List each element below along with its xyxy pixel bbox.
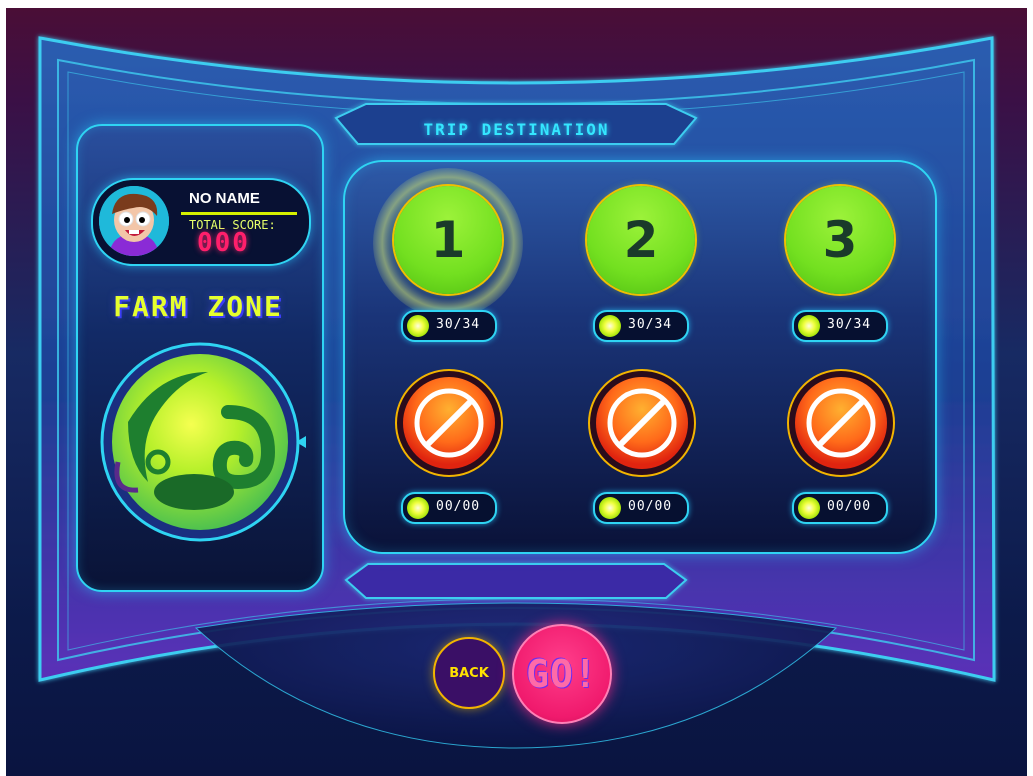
level-number: 1 bbox=[430, 211, 466, 269]
level-progress-text: 00/00 bbox=[628, 499, 673, 514]
level-number: 2 bbox=[623, 211, 659, 269]
level-progress-text: 00/00 bbox=[827, 499, 872, 514]
player-avatar bbox=[99, 186, 169, 256]
go-button[interactable]: GO! bbox=[512, 624, 612, 724]
level-progress-badge: 30/34 bbox=[401, 310, 497, 342]
zone-name: FARM ZONE bbox=[113, 290, 283, 323]
coin-icon bbox=[798, 315, 820, 337]
level-progress-text: 30/34 bbox=[628, 317, 673, 332]
coin-icon bbox=[407, 497, 429, 519]
level-progress-badge: 00/00 bbox=[792, 492, 888, 524]
level-button-1[interactable]: 1 bbox=[394, 186, 502, 294]
level-progress-text: 30/34 bbox=[436, 317, 481, 332]
go-button-label: GO! bbox=[526, 652, 598, 696]
level-progress-badge: 00/00 bbox=[593, 492, 689, 524]
level-button-3[interactable]: 3 bbox=[786, 186, 894, 294]
divider bbox=[181, 212, 297, 215]
level-progress-badge: 00/00 bbox=[401, 492, 497, 524]
level-progress-text: 30/34 bbox=[827, 317, 872, 332]
coin-icon bbox=[407, 315, 429, 337]
level-progress-badge: 30/34 bbox=[792, 310, 888, 342]
back-button[interactable]: BACK bbox=[433, 637, 505, 709]
level-button-2[interactable]: 2 bbox=[587, 186, 695, 294]
no-entry-icon bbox=[588, 369, 696, 477]
level-number: 3 bbox=[822, 211, 858, 269]
no-entry-icon bbox=[395, 369, 503, 477]
level-progress-badge: 30/34 bbox=[593, 310, 689, 342]
farm-planet-icon[interactable] bbox=[98, 342, 308, 546]
coin-icon bbox=[599, 315, 621, 337]
player-name: NO NAME bbox=[189, 190, 260, 207]
no-entry-icon bbox=[787, 369, 895, 477]
player-card: NO NAME TOTAL SCORE: 000 bbox=[91, 178, 311, 266]
avatar-face-icon bbox=[99, 186, 169, 256]
level-progress-text: 00/00 bbox=[436, 499, 481, 514]
coin-icon bbox=[599, 497, 621, 519]
total-score-value: 000 bbox=[197, 228, 250, 258]
locked-level-5[interactable] bbox=[587, 368, 697, 478]
game-screen: TRIP DESTINATION NO NAME TOTAL SCORE: 00… bbox=[6, 8, 1027, 776]
locked-level-4[interactable] bbox=[394, 368, 504, 478]
back-button-label: BACK bbox=[449, 665, 489, 681]
locked-level-6[interactable] bbox=[786, 368, 896, 478]
coin-icon bbox=[798, 497, 820, 519]
